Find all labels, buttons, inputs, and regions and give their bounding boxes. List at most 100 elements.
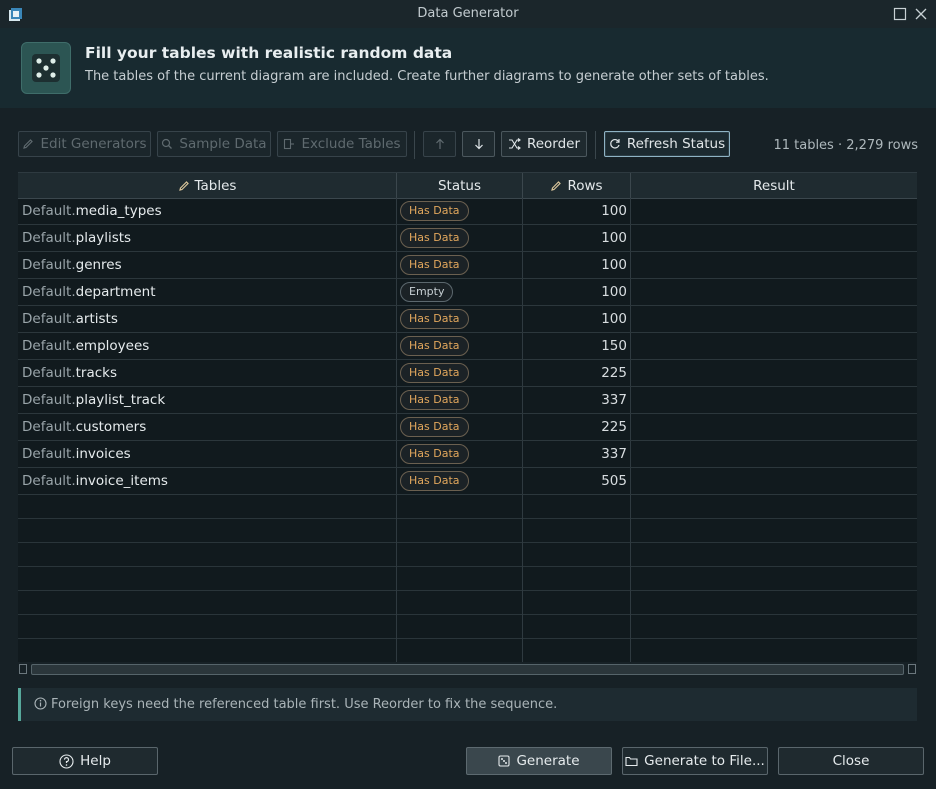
cell-status: Has Data xyxy=(397,225,523,251)
status-badge: Has Data xyxy=(400,309,469,329)
table-row[interactable]: Default. media_types Has Data 100 xyxy=(18,198,917,225)
cell-row-count[interactable]: 100 xyxy=(523,225,631,251)
schema-prefix: Default. xyxy=(22,338,76,354)
close-button[interactable]: Close xyxy=(778,747,924,775)
scroll-left-icon[interactable] xyxy=(19,664,27,674)
cell-result xyxy=(631,333,917,359)
generate-button[interactable]: Generate xyxy=(466,747,612,775)
move-up-button[interactable] xyxy=(423,131,456,157)
status-badge: Has Data xyxy=(400,336,469,356)
cell-row-count[interactable]: 337 xyxy=(523,441,631,467)
column-header-tables[interactable]: Tables xyxy=(18,173,397,198)
exclude-tables-button[interactable]: Exclude Tables xyxy=(277,131,407,157)
table-name: customers xyxy=(75,419,147,435)
help-icon xyxy=(59,753,74,769)
title-bar: Data Generator xyxy=(0,0,936,28)
schema-prefix: Default. xyxy=(22,419,76,435)
cell-row-count[interactable]: 100 xyxy=(523,252,631,278)
generate-label: Generate xyxy=(516,753,580,769)
schema-prefix: Default. xyxy=(22,311,76,327)
refresh-status-label: Refresh Status xyxy=(626,136,726,152)
schema-prefix: Default. xyxy=(22,446,76,462)
status-badge: Has Data xyxy=(400,390,469,410)
cell-table-name: Default. playlist_track xyxy=(18,387,397,413)
cell-row-count[interactable]: 225 xyxy=(523,360,631,386)
cell-status: Has Data xyxy=(397,333,523,359)
cell-status: Has Data xyxy=(397,468,523,494)
table-name: department xyxy=(75,284,156,300)
move-down-button[interactable] xyxy=(462,131,495,157)
column-divider xyxy=(522,495,523,662)
cell-result xyxy=(631,441,917,467)
sample-data-button[interactable]: Sample Data xyxy=(157,131,271,157)
column-header-status[interactable]: Status xyxy=(397,173,523,198)
schema-prefix: Default. xyxy=(22,257,76,273)
cell-row-count[interactable]: 505 xyxy=(523,468,631,494)
dice-icon xyxy=(21,42,71,94)
schema-prefix: Default. xyxy=(22,392,76,408)
refresh-status-button[interactable]: Refresh Status xyxy=(604,131,730,157)
cell-status: Has Data xyxy=(397,387,523,413)
cell-row-count[interactable]: 225 xyxy=(523,414,631,440)
header-subtitle: The tables of the current diagram are in… xyxy=(85,69,769,84)
cell-row-count[interactable]: 337 xyxy=(523,387,631,413)
empty-row xyxy=(18,567,917,591)
cell-table-name: Default. department xyxy=(18,279,397,305)
header-title: Fill your tables with realistic random d… xyxy=(85,44,453,62)
schema-prefix: Default. xyxy=(22,203,76,219)
cell-table-name: Default. tracks xyxy=(18,360,397,386)
help-button[interactable]: Help xyxy=(12,747,158,775)
maximize-icon[interactable] xyxy=(893,7,907,21)
table-row[interactable]: Default. artists Has Data 100 xyxy=(18,306,917,333)
column-header-rows[interactable]: Rows xyxy=(523,173,631,198)
table-row[interactable]: Default. invoice_items Has Data 505 xyxy=(18,468,917,495)
cell-row-count[interactable]: 150 xyxy=(523,333,631,359)
column-header-result-label: Result xyxy=(753,177,795,194)
cell-status: Has Data xyxy=(397,414,523,440)
tables-grid[interactable]: Tables Status Rows Result Default. media_… xyxy=(18,172,917,662)
cell-status: Has Data xyxy=(397,360,523,386)
reorder-button[interactable]: Reorder xyxy=(501,131,587,157)
table-row[interactable]: Default. employees Has Data 150 xyxy=(18,333,917,360)
dice-icon xyxy=(498,755,511,767)
cell-table-name: Default. genres xyxy=(18,252,397,278)
table-count-summary: 11 tables · 2,279 rows xyxy=(773,138,918,153)
cell-table-name: Default. artists xyxy=(18,306,397,332)
table-row[interactable]: Default. invoices Has Data 337 xyxy=(18,441,917,468)
table-row[interactable]: Default. genres Has Data 100 xyxy=(18,252,917,279)
cell-result xyxy=(631,414,917,440)
column-divider xyxy=(396,495,397,662)
cell-table-name: Default. invoice_items xyxy=(18,468,397,494)
table-row[interactable]: Default. tracks Has Data 225 xyxy=(18,360,917,387)
empty-row xyxy=(18,543,917,567)
table-row[interactable]: Default. customers Has Data 225 xyxy=(18,414,917,441)
cell-result xyxy=(631,252,917,278)
empty-row xyxy=(18,495,917,519)
generate-to-file-button[interactable]: Generate to File... xyxy=(622,747,768,775)
table-name: employees xyxy=(75,338,150,354)
cell-row-count[interactable]: 100 xyxy=(523,306,631,332)
cell-status: Has Data xyxy=(397,306,523,332)
column-header-result[interactable]: Result xyxy=(631,173,917,198)
table-row[interactable]: Default. playlist_track Has Data 337 xyxy=(18,387,917,414)
close-icon[interactable] xyxy=(914,7,928,21)
cell-result xyxy=(631,225,917,251)
status-badge: Has Data xyxy=(400,471,469,491)
empty-row xyxy=(18,591,917,615)
table-row[interactable]: Default. department Empty 100 xyxy=(18,279,917,306)
cell-result xyxy=(631,360,917,386)
schema-prefix: Default. xyxy=(22,284,76,300)
cell-status: Has Data xyxy=(397,252,523,278)
refresh-icon xyxy=(610,138,620,149)
status-badge: Has Data xyxy=(400,363,469,383)
column-header-status-label: Status xyxy=(437,177,482,194)
table-row[interactable]: Default. playlists Has Data 100 xyxy=(18,225,917,252)
scrollbar-thumb[interactable] xyxy=(31,664,904,675)
column-divider xyxy=(630,495,631,662)
cell-row-count[interactable]: 100 xyxy=(523,279,631,305)
cell-table-name: Default. playlists xyxy=(18,225,397,251)
edit-generators-button[interactable]: Edit Generators xyxy=(18,131,151,157)
scroll-right-icon[interactable] xyxy=(908,664,916,674)
cell-row-count[interactable]: 100 xyxy=(523,198,631,224)
horizontal-scrollbar[interactable] xyxy=(18,663,917,675)
